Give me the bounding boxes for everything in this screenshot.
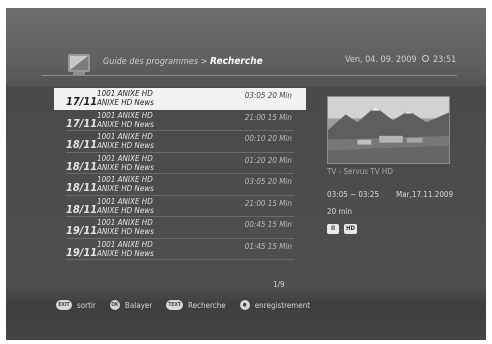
detail-date: Mar,17.11.2009	[396, 190, 454, 199]
result-channel: 1001 ANIXE HD ANIXE HD News	[97, 89, 154, 107]
result-date: 17/11	[66, 95, 98, 108]
text-label: Recherche	[187, 300, 226, 310]
result-time: 00:45 15 Min	[244, 220, 292, 229]
result-date: 18/11	[66, 138, 98, 151]
exit-key[interactable]: EXIT	[56, 300, 72, 310]
result-time: 01:20 20 Min	[244, 155, 292, 165]
clock-icon	[422, 55, 429, 62]
header-divider	[42, 75, 457, 76]
result-time: 21:00 15 Min	[244, 112, 292, 122]
exit-label: sortir	[77, 300, 96, 310]
record-key[interactable]: ●	[239, 300, 250, 310]
result-time: 00:10 20 Min	[244, 134, 292, 143]
result-time: 21:00 15 Min	[244, 198, 292, 208]
header-date: Ven, 04. 09. 2009	[345, 55, 417, 65]
result-time: 03:05 20 Min	[244, 177, 292, 186]
page-indicator: 1/9	[273, 280, 285, 289]
result-channel: 1001 ANIXE HD ANIXE HD News	[97, 239, 154, 258]
pause-badge: II	[327, 224, 339, 234]
channel-preview-image	[327, 96, 450, 164]
breadcrumb-current: Recherche	[210, 56, 263, 67]
result-channel: 1001 ANIXE HD ANIXE HD News	[97, 196, 154, 215]
result-date: 18/11	[66, 159, 98, 173]
result-channel: 1001 ANIXE HD ANIXE HD News	[97, 175, 154, 193]
result-date: 19/11	[66, 224, 98, 237]
result-channel: 1001 ANIXE HD ANIXE HD News	[97, 153, 154, 172]
result-date: 17/11	[66, 116, 98, 130]
result-time: 03:05 20 Min	[244, 91, 292, 100]
result-row[interactable]: 17/11 1001 ANIXE HD ANIXE HD News 21:00 1…	[54, 110, 306, 131]
search-results-list: 17/11 1001 ANIXE HD ANIXE HD News 03:05 2…	[54, 88, 306, 260]
result-channel: 1001 ANIXE HD ANIXE HD News	[97, 218, 154, 236]
ok-key[interactable]: OK	[109, 300, 120, 310]
breadcrumb-prefix: Guide des programmes >	[103, 57, 208, 67]
header-time-value: 23:51	[433, 55, 457, 65]
result-row[interactable]: 18/11 1001 ANIXE HD ANIXE HD News 21:00 1…	[54, 196, 306, 217]
hd-badge: HD	[344, 224, 357, 234]
result-date: 18/11	[66, 202, 98, 216]
result-row[interactable]: 18/11 1001 ANIXE HD ANIXE HD News 03:05 2…	[54, 174, 306, 196]
footer-hints: EXIT sortir OK Balayer TEXT Recherche ● …	[56, 300, 310, 310]
result-channel: 1001 ANIXE HD ANIXE HD News	[97, 110, 154, 129]
record-label: enregistrement	[254, 300, 311, 310]
result-row[interactable]: 19/11 1001 ANIXE HD ANIXE HD News 01:45 1…	[54, 239, 306, 260]
result-channel: 1001 ANIXE HD ANIXE HD News	[97, 132, 154, 150]
detail-badges: II HD	[327, 224, 357, 234]
preview-caption: TV - Servus TV HD	[327, 167, 393, 176]
text-key[interactable]: TEXT	[166, 300, 183, 310]
result-date: 19/11	[66, 245, 98, 259]
result-row[interactable]: 19/11 1001 ANIXE HD ANIXE HD News 00:45 1…	[54, 217, 306, 239]
breadcrumb: Guide des programmes > Recherche	[103, 56, 263, 67]
row-divider	[66, 259, 294, 260]
result-row[interactable]: 18/11 1001 ANIXE HD ANIXE HD News 00:10 2…	[54, 131, 306, 153]
result-row[interactable]: 17/11 1001 ANIXE HD ANIXE HD News 03:05 2…	[54, 88, 306, 110]
header-time: 23:51	[422, 55, 456, 65]
detail-duration: 20 min	[327, 207, 353, 216]
detail-time-range: 03:05 ~ 03:25	[327, 190, 380, 199]
result-date: 18/11	[66, 181, 98, 194]
ok-label: Balayer	[124, 300, 153, 310]
result-time: 01:45 15 Min	[244, 241, 292, 251]
result-row[interactable]: 18/11 1001 ANIXE HD ANIXE HD News 01:20 2…	[54, 153, 306, 174]
